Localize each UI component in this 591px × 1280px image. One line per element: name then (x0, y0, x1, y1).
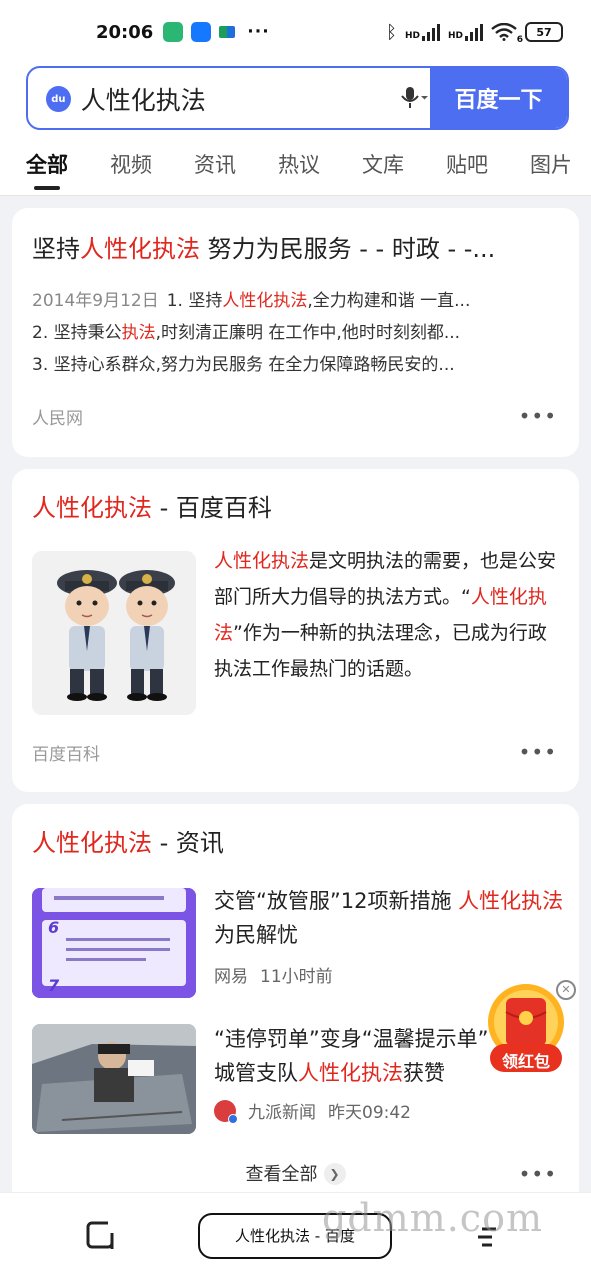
news-time: 昨天09:42 (328, 1103, 411, 1123)
snippet-text: 2. 坚持秉公 (32, 323, 122, 343)
result-snippet: 2014年9月12日 1. 坚持人性化执法,全力构建和谐 一直... 2. 坚持秉… (32, 285, 559, 381)
see-all-label: 查看全部 (245, 1164, 318, 1185)
snippet-keyword: 执法 (121, 323, 156, 343)
result-card[interactable]: 坚持人性化执法 努力为民服务 - - 时政 - -... 2014年9月12日 1… (12, 208, 579, 457)
news-title-text: 为民解忧 (214, 923, 298, 947)
chevron-right-icon: ❯ (323, 1163, 346, 1185)
microphone-icon[interactable] (398, 68, 430, 128)
news-source: 九派新闻 (248, 1103, 316, 1123)
map-app-icon (219, 26, 236, 38)
search-input[interactable] (80, 68, 398, 128)
search-tabs: 全部 视频 资讯 热议 文库 贴吧 图片 (0, 144, 591, 196)
signal-bars-icon (465, 23, 483, 41)
news-title-text: 城管支队 (214, 1061, 298, 1085)
news-title-text: 交管“放管服”12项新措施 (214, 889, 459, 913)
watermark: gdmm.com (322, 1196, 543, 1240)
result-date: 2014年9月12日 (32, 291, 159, 311)
snippet-text: ,时刻清正廉明 在工作中,他时时刻刻都... (155, 323, 461, 343)
bluetooth-icon: ᛒ (386, 21, 397, 43)
news-thumbnail[interactable] (32, 1024, 196, 1134)
thumb-number: 6 (48, 918, 60, 937)
result-title[interactable]: 坚持人性化执法 努力为民服务 - - 时政 - -... (32, 232, 559, 266)
police-cartoon-image[interactable] (32, 551, 196, 715)
search-box: du 百度一下 (26, 66, 569, 130)
news-title-keyword: 人性化执法 (458, 889, 564, 913)
close-icon[interactable]: ✕ (556, 980, 576, 1000)
signal-bars-icon (421, 23, 440, 41)
alipay-app-icon (191, 22, 212, 42)
title-keyword: 人性化执法 (32, 494, 152, 522)
signal-1: HD (405, 23, 440, 41)
wifi-icon: 6 (491, 22, 523, 45)
wifi-label: 6 (516, 35, 523, 45)
search-header: du 百度一下 (0, 64, 591, 144)
red-packet-label: 领红包 (501, 1052, 550, 1071)
status-time: 20:06 (96, 21, 154, 43)
news-title-text: 获赞 (403, 1061, 445, 1085)
multi-window-icon[interactable] (84, 1219, 116, 1255)
more-options-icon[interactable]: ••• (519, 1162, 557, 1186)
see-all-button[interactable]: 查看全部 ❯ (12, 1160, 579, 1186)
news-meta: 九派新闻 昨天09:42 (214, 1098, 411, 1124)
snippet-line: 3. 坚持心系群众,努力为民服务 在全力保障路畅民安的... (32, 355, 455, 375)
title-text: 坚持 (32, 235, 80, 263)
title-text: - 百度百科 (152, 494, 272, 522)
abstract-keyword: 人性化执法 (214, 550, 310, 572)
network-label-2: HD (447, 31, 463, 41)
snippet-text: ,全力构建和谐 一直... (307, 291, 471, 311)
baike-title[interactable]: 人性化执法 - 百度百科 (32, 491, 272, 525)
thumb-number: 7 (48, 976, 60, 995)
baidu-paw-icon: du (46, 86, 71, 112)
status-bar: 20:06 ··· ᛒ HD HD 6 57 (0, 0, 591, 64)
network-label-1: HD (404, 31, 420, 41)
signal-2: HD (448, 23, 483, 41)
snippet-line: 2014年9月12日 1. 坚持人性化执法,全力构建和谐 一直... (32, 285, 559, 317)
title-text: 努力为民服务 - - 时政 - -... (200, 235, 496, 263)
news-meta: 网易 11小时前 (214, 962, 333, 987)
news-section-title[interactable]: 人性化执法 - 资讯 (32, 826, 224, 860)
status-right: ᛒ HD HD 6 57 (386, 21, 563, 45)
tab-video[interactable]: 视频 (110, 144, 152, 192)
snippet-line: 2. 坚持秉公执法,时刻清正廉明 在工作中,他时时刻刻都... (32, 317, 559, 349)
news-item-title[interactable]: 交管“放管服”12项新措施 人性化执法为民解忧 (214, 884, 564, 952)
news-source: 网易 (214, 967, 248, 987)
title-text: - 资讯 (152, 829, 224, 857)
status-more-dots: ··· (247, 22, 270, 42)
baike-source: 百度百科 (32, 745, 100, 765)
search-button[interactable]: 百度一下 (430, 68, 567, 128)
news-thumbnail[interactable]: 6 7 (32, 888, 196, 998)
tab-discussion[interactable]: 热议 (278, 144, 320, 192)
news-title-keyword: 人性化执法 (298, 1061, 403, 1085)
abstract-text: ”作为一种新的执法理念，已成为行政执法工作最热门的话题。 (214, 622, 547, 680)
more-options-icon[interactable]: ••• (519, 740, 557, 764)
tab-wenku[interactable]: 文库 (362, 144, 404, 192)
more-options-icon[interactable]: ••• (519, 404, 557, 428)
result-source: 人民网 (32, 409, 83, 429)
jiupai-logo-icon (214, 1099, 238, 1124)
baike-abstract: 人性化执法是文明执法的需要，也是公安部门所大力倡导的执法方式。“人性化执法”作为… (214, 543, 564, 687)
battery-icon: 57 (525, 22, 563, 42)
tab-news[interactable]: 资讯 (194, 144, 236, 192)
baike-card[interactable]: 人性化执法 - 百度百科 人性化执法是文明执法的需要，也是公安部门所大力倡导的执… (12, 469, 579, 792)
title-keyword: 人性化执法 (80, 235, 200, 263)
tab-tieba[interactable]: 贴吧 (446, 144, 488, 192)
news-time: 11小时前 (260, 967, 333, 987)
snippet-keyword: 人性化执法 (222, 291, 308, 311)
tab-images[interactable]: 图片 (530, 144, 572, 192)
shield-app-icon (163, 22, 184, 42)
tab-all[interactable]: 全部 (26, 144, 68, 192)
title-keyword: 人性化执法 (32, 829, 152, 857)
red-packet-button[interactable]: 领红包 (486, 982, 566, 1078)
snippet-text: 1. 坚持 (166, 291, 223, 311)
